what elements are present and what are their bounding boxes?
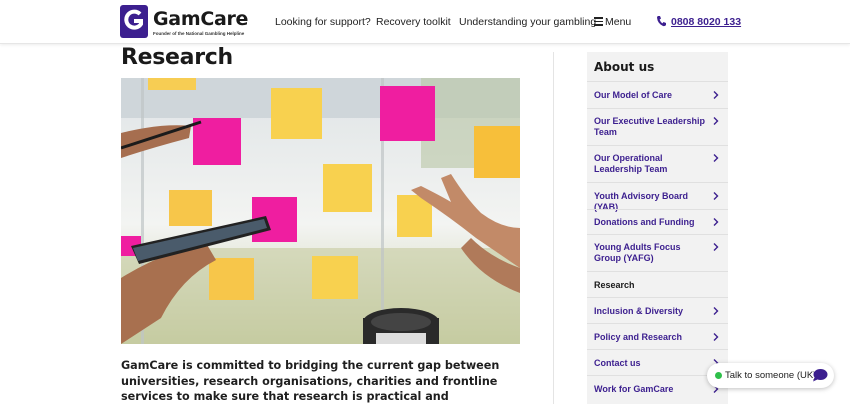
sidebar-item-label: Inclusion & Diversity bbox=[594, 306, 684, 316]
nav-recovery-toolkit[interactable]: Recovery toolkit bbox=[376, 16, 451, 28]
logo-tagline: Founder of the National Gambling Helplin… bbox=[153, 31, 245, 36]
sidebar-item-research[interactable]: Research bbox=[587, 271, 728, 297]
chevron-right-icon bbox=[713, 117, 719, 125]
chevron-right-icon bbox=[713, 307, 719, 315]
online-status-dot bbox=[715, 372, 722, 379]
chevron-right-icon bbox=[713, 333, 719, 341]
chevron-right-icon bbox=[713, 154, 719, 162]
sidebar-item-label: Work for GamCare bbox=[594, 384, 674, 394]
gamcare-logo-icon bbox=[120, 5, 148, 38]
nav-understanding-gambling[interactable]: Understanding your gambling bbox=[459, 16, 596, 28]
sidebar-item-label: Policy and Research bbox=[594, 332, 683, 342]
sidebar-item-operational-leadership[interactable]: Our Operational Leadership Team bbox=[587, 145, 728, 182]
sidebar-title: About us bbox=[594, 60, 655, 74]
sidebar-item-youth-advisory-board[interactable]: Youth Advisory Board (YAB) bbox=[587, 182, 728, 212]
site-header: GamCare Founder of the National Gambling… bbox=[0, 0, 850, 44]
sidebar-item-label: Donations and Funding bbox=[594, 217, 695, 227]
sidebar-item-label: Our Model of Care bbox=[594, 90, 673, 100]
sidebar-item-donations-funding[interactable]: Donations and Funding bbox=[587, 209, 728, 234]
gamcare-logo[interactable]: GamCare Founder of the National Gambling… bbox=[120, 5, 249, 39]
chevron-right-icon bbox=[713, 91, 719, 99]
chevron-right-icon bbox=[713, 218, 719, 226]
sidebar-item-label: Our Operational Leadership Team bbox=[594, 153, 668, 174]
sidebar-item-label: Young Adults Focus Group (YAFG) bbox=[594, 242, 681, 263]
menu-button[interactable]: Menu bbox=[605, 16, 631, 28]
sidebar-item-label: Our Executive Leadership Team bbox=[594, 116, 706, 137]
about-us-sidebar: About us Our Model of Care Our Executive… bbox=[587, 52, 728, 404]
content-divider bbox=[553, 52, 554, 404]
talk-to-someone-button[interactable]: Talk to someone (UK) bbox=[707, 363, 834, 388]
chat-bubble-icon bbox=[813, 369, 828, 382]
sidebar-item-executive-leadership[interactable]: Our Executive Leadership Team bbox=[587, 108, 728, 145]
sidebar-item-inclusion-diversity[interactable]: Inclusion & Diversity bbox=[587, 297, 728, 323]
nav-looking-for-support[interactable]: Looking for support? bbox=[275, 16, 371, 28]
phone-number-link[interactable]: 0808 8020 133 bbox=[671, 16, 741, 28]
chat-label: Talk to someone (UK) bbox=[725, 370, 817, 381]
chevron-right-icon bbox=[713, 192, 719, 200]
chevron-right-icon bbox=[713, 243, 719, 251]
page-title: Research bbox=[121, 45, 233, 70]
phone-icon bbox=[657, 16, 666, 27]
sidebar-item-label: Research bbox=[594, 280, 635, 290]
sidebar-item-model-of-care[interactable]: Our Model of Care bbox=[587, 81, 728, 108]
sidebar-item-label: Contact us bbox=[594, 358, 641, 368]
logo-text: GamCare bbox=[153, 8, 249, 30]
sticky-notes-photo bbox=[121, 78, 520, 344]
hero-image bbox=[121, 78, 520, 344]
menu-icon[interactable] bbox=[594, 17, 603, 26]
intro-paragraph: GamCare is committed to bridging the cur… bbox=[121, 359, 500, 403]
sidebar-item-young-adults-focus-group[interactable]: Young Adults Focus Group (YAFG) bbox=[587, 234, 728, 271]
sidebar-item-policy-research[interactable]: Policy and Research bbox=[587, 323, 728, 349]
